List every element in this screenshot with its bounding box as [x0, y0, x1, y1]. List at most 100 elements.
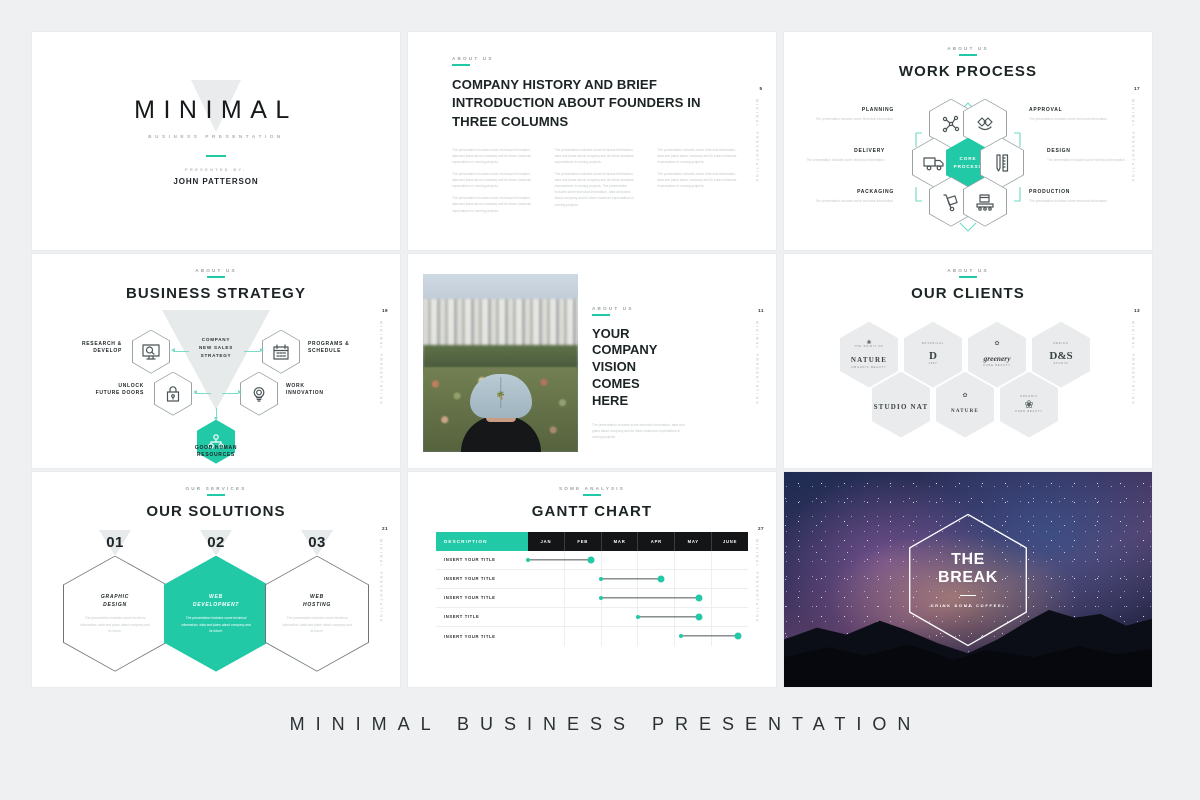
logo-main-text: D — [929, 349, 937, 362]
card-number: 01 — [106, 533, 124, 551]
client-hex-7[interactable]: ORGANIC ❀ PURE BEAUTY — [1000, 371, 1058, 438]
eyebrow-label: ABOUT US — [592, 306, 634, 311]
eyebrow-rule — [583, 494, 601, 496]
gantt-cell — [712, 551, 748, 569]
gantt-cell — [675, 569, 713, 588]
slide-company-history[interactable]: ABOUT US COMPANY HISTORY AND BRIEF INTRO… — [408, 32, 776, 250]
label-production: PRODUCTION The presentation includes som… — [1029, 189, 1115, 204]
gantt-row-label: INSERT YOUR TITLE — [444, 557, 496, 563]
body-paragraph: The presentation includes some technical… — [452, 172, 531, 189]
arrow-line-left-top — [173, 350, 189, 352]
slide-sidebar: 19 MINIMAL PRESENTATION — [379, 308, 391, 406]
page-number: 17 — [1134, 86, 1140, 91]
break-text-block: THE BREAK DRINK SOME COFFEE! — [906, 512, 1030, 648]
board-footer: MINIMAL BUSINESS PRESENTATION — [289, 714, 922, 734]
gantt-month-feb: FEB — [565, 531, 602, 551]
slide-grid: MINIMAL BUSINESS PRESENTATION PRESENTED … — [32, 32, 1168, 687]
client-hex-4[interactable]: DESIGN D&S STUDIO — [1032, 321, 1090, 388]
slide-title[interactable]: MINIMAL BUSINESS PRESENTATION PRESENTED … — [32, 32, 400, 250]
label-research-develop: RESEARCH & DEVELOP — [44, 341, 122, 356]
logo-main-text: D&S — [1049, 349, 1073, 362]
step-desc: The presentation includes some technical… — [806, 157, 885, 162]
solution-card-3[interactable]: 03 WEB HOSTING The presentation includes… — [262, 529, 372, 672]
client-hex-5[interactable]: STUDIO NAT — [872, 371, 930, 438]
client-hex-2[interactable]: BOTANICAL D 1987 — [904, 321, 962, 388]
client-hex-6[interactable]: ✿ NATURE — [936, 371, 994, 438]
slide-heading: OUR SOLUTIONS — [146, 502, 286, 520]
gantt-row[interactable]: INSERT YOUR TITLE — [436, 588, 748, 608]
arrow-head-right-top — [260, 348, 264, 353]
node-line-1: UNLOCK — [118, 382, 144, 389]
logo-top-text: DESIGN — [1053, 342, 1069, 346]
card-hexagon: WEB HOSTING The presentation includes so… — [265, 555, 369, 672]
body-paragraph: The presentation includes some technical… — [657, 172, 737, 189]
body-column: The presentation includes some technical… — [452, 147, 537, 214]
logo-bottom-text: STUDIO — [1053, 362, 1069, 366]
label-design: DESIGN The presentation includes some te… — [1047, 148, 1133, 163]
sidebar-vertical-text: MINIMAL PRESENTATION — [379, 321, 383, 406]
gantt-cell — [638, 550, 676, 569]
sidebar-vertical-text: MINIMAL PRESENTATION — [379, 539, 383, 624]
gantt-month-jan: JAN — [528, 531, 565, 551]
gantt-row[interactable]: INSERT YOUR TITLE — [436, 550, 748, 570]
title-block: MINIMAL BUSINESS PRESENTATION PRESENTED … — [134, 80, 298, 186]
gantt-row-label: INSERT YOUR TITLE — [444, 633, 496, 639]
card-number: 02 — [207, 533, 225, 551]
photo-person: 🌴 — [460, 373, 541, 452]
core-line-2: PROCESS — [953, 163, 983, 169]
slide-our-solutions[interactable]: OUR SERVICES OUR SOLUTIONS 01 GRAPHIC DE… — [32, 472, 400, 687]
gantt-row[interactable]: INSERT YOUR TITLE — [436, 569, 748, 589]
gantt-description-header: DESCRIPTION — [436, 531, 528, 551]
label-programs-schedule: PROGRAMS & SCHEDULE — [308, 341, 386, 356]
body-paragraph: The presentation includes some technical… — [657, 147, 737, 164]
gantt-bar-start-dot — [599, 595, 604, 600]
eyebrow-label: ABOUT US — [947, 46, 989, 51]
gantt-month-headers: JAN FEB MAR APR MAY JUNE — [528, 531, 748, 551]
slide-the-break[interactable]: THE BREAK DRINK SOME COFFEE! — [784, 472, 1152, 687]
body-paragraph: The presentation includes some technical… — [592, 423, 685, 440]
gantt-row[interactable]: INSERT TITLE — [436, 607, 748, 627]
gantt-cell — [638, 626, 676, 646]
node-line-2: SCHEDULE — [308, 348, 342, 355]
conveyor-icon — [976, 193, 994, 211]
card-number: 03 — [308, 533, 326, 551]
slide-gantt-chart[interactable]: SOME ANALYSIS GANTT CHART DESCRIPTION JA… — [408, 472, 776, 687]
logo-bottom-text: ORGANIC BEAUTY — [851, 365, 887, 369]
slide-heading: YOUR COMPANY VISION COMES HERE — [592, 326, 750, 410]
presented-by-label: PRESENTED BY: — [185, 167, 247, 172]
slide-business-strategy[interactable]: ABOUT US BUSINESS STRATEGY COMPANY NEW S… — [32, 254, 400, 468]
logo-bottom-text: PURE BEAUTY — [1015, 409, 1043, 413]
break-rule — [960, 594, 976, 597]
gantt-cell — [602, 607, 639, 626]
arrow-head-right-bottom — [238, 390, 242, 395]
sprig-icon: ✿ — [962, 392, 968, 399]
gantt-cell — [675, 550, 713, 569]
node-line-2: DEVELOP — [93, 348, 122, 355]
page-number: 11 — [758, 308, 764, 313]
gantt-row[interactable]: INSERT YOUR TITLE — [436, 626, 748, 646]
step-label: PACKAGING — [857, 188, 894, 195]
gantt-bar — [638, 615, 699, 618]
slide-company-vision[interactable]: 🌴 ABOUT US YOUR COMPANY VISION COMES HER… — [408, 254, 776, 468]
card-desc: The presentation includes some technical… — [282, 616, 352, 633]
gantt-bar — [601, 596, 699, 599]
label-delivery: DELIVERY The presentation includes some … — [799, 148, 885, 163]
slide-our-clients[interactable]: ABOUT US OUR CLIENTS ❀ THE SPIRIT OF NAT… — [784, 254, 1152, 468]
sidebar-vertical-text: MINIMAL PRESENTATION — [1131, 99, 1135, 184]
truck-icon — [923, 156, 944, 170]
gantt-cell — [712, 589, 748, 607]
slide-sidebar: 27 MINIMAL PRESENTATION — [755, 526, 767, 624]
logo-main-text: NATURE — [951, 409, 979, 415]
funnel-line-1: COMPANY — [201, 336, 231, 342]
client-hex-3[interactable]: ✿ greenery PURE BEAUTY — [968, 321, 1026, 388]
step-desc: The presentation includes some technical… — [815, 116, 894, 121]
slide-sidebar: 13 MINIMAL PRESENTATION — [1131, 308, 1143, 406]
solution-card-1[interactable]: 01 GRAPHIC DESIGN The presentation inclu… — [60, 529, 170, 672]
client-hex-1[interactable]: ❀ THE SPIRIT OF NATURE ORGANIC BEAUTY — [840, 321, 898, 388]
slide-work-process[interactable]: ABOUT US WORK PROCESS CORE PROCESS PLANN… — [784, 32, 1152, 250]
palm-tree-icon: 🌴 — [495, 391, 506, 401]
bottom-line-2: RESOURCES — [197, 452, 235, 459]
gantt-cell — [528, 588, 565, 607]
solution-card-2[interactable]: 02 WEB DEVELOPMENT The presentation incl… — [161, 529, 271, 672]
gantt-cell — [528, 626, 565, 646]
